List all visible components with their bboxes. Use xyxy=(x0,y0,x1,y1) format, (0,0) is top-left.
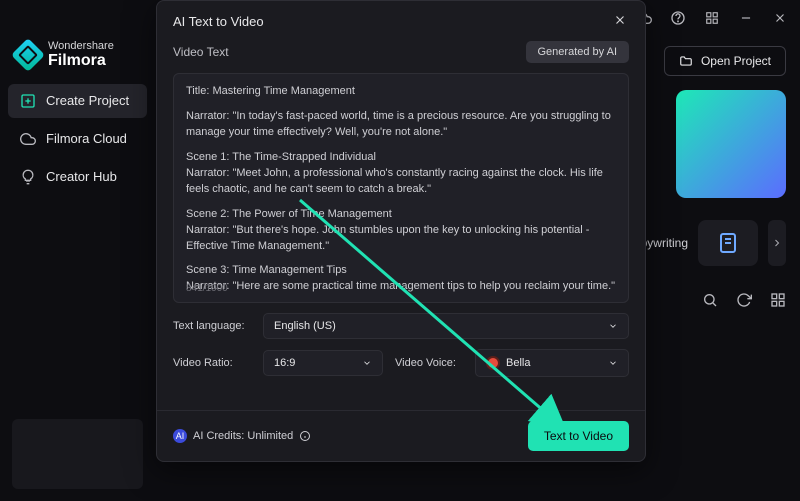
chevron-down-icon xyxy=(608,321,618,331)
credits-label: AI Credits: Unlimited xyxy=(193,430,293,442)
open-project-label: Open Project xyxy=(701,54,771,68)
plus-square-icon xyxy=(20,93,36,109)
video-ratio-select[interactable]: 16:9 xyxy=(263,350,383,376)
sidebar-item-filmora-cloud[interactable]: Filmora Cloud xyxy=(8,122,147,156)
ai-credits-info: AI AI Credits: Unlimited xyxy=(173,429,311,443)
modal-title: AI Text to Video xyxy=(173,14,264,29)
script-line: Scene 1: The Time-Strapped IndividualNar… xyxy=(186,150,616,198)
sidebar-item-creator-hub[interactable]: Creator Hub xyxy=(8,160,147,194)
logo-mark-icon xyxy=(11,38,45,72)
char-counter: 841/1000 xyxy=(186,282,228,297)
brand-name: Filmora xyxy=(48,52,114,70)
apps-icon[interactable] xyxy=(704,10,720,26)
copywriting-card[interactable] xyxy=(698,220,758,266)
cloud-icon xyxy=(20,131,36,147)
select-value: English (US) xyxy=(274,320,336,332)
sidebar-item-label: Filmora Cloud xyxy=(46,131,127,146)
text-language-label: Text language: xyxy=(173,320,251,332)
sidebar-item-label: Create Project xyxy=(46,93,129,108)
window-close-icon[interactable] xyxy=(772,10,788,26)
bulb-icon xyxy=(20,169,36,185)
doc-ai-icon xyxy=(716,231,740,255)
video-voice-label: Video Voice: xyxy=(395,357,463,369)
refresh-icon[interactable] xyxy=(736,292,752,308)
sidebar-thumbnail xyxy=(12,419,143,489)
text-language-select[interactable]: English (US) xyxy=(263,313,629,339)
sidebar: Wondershare Filmora Create Project Filmo… xyxy=(0,36,155,501)
search-icon[interactable] xyxy=(702,292,718,308)
video-ratio-label: Video Ratio: xyxy=(173,357,251,369)
ai-text-to-video-modal: AI Text to Video Video Text Generated by… xyxy=(156,0,646,462)
select-value: Bella xyxy=(506,357,530,369)
select-value: 16:9 xyxy=(274,357,295,369)
info-icon[interactable] xyxy=(299,430,311,442)
text-to-video-button[interactable]: Text to Video xyxy=(528,421,629,451)
folder-icon xyxy=(679,54,693,68)
preset-card[interactable] xyxy=(676,90,786,198)
minimize-icon[interactable] xyxy=(738,10,754,26)
chevron-down-icon xyxy=(362,358,372,368)
video-voice-select[interactable]: Bella xyxy=(475,349,629,377)
support-icon[interactable] xyxy=(670,10,686,26)
modal-close-button[interactable] xyxy=(613,13,629,29)
close-icon xyxy=(613,13,627,27)
chevron-down-icon xyxy=(608,358,618,368)
sidebar-item-create-project[interactable]: Create Project xyxy=(8,84,147,118)
generated-by-ai-button[interactable]: Generated by AI xyxy=(526,41,630,63)
carousel-next[interactable] xyxy=(768,220,786,266)
script-line: Scene 3: Time Management TipsNarrator: "… xyxy=(186,263,616,295)
open-project-button[interactable]: Open Project xyxy=(664,46,786,76)
script-title: Title: Mastering Time Management xyxy=(186,84,616,100)
brand-small: Wondershare xyxy=(48,40,114,52)
chevron-right-icon xyxy=(771,237,783,249)
script-line: Narrator: "In today's fast-paced world, … xyxy=(186,109,616,141)
video-text-label: Video Text xyxy=(173,45,229,59)
voice-avatar-icon xyxy=(486,356,500,370)
script-textarea[interactable]: Title: Mastering Time Management Narrato… xyxy=(173,73,629,303)
grid-icon[interactable] xyxy=(770,292,786,308)
app-logo: Wondershare Filmora xyxy=(8,36,147,84)
sidebar-item-label: Creator Hub xyxy=(46,169,117,184)
ai-badge-icon: AI xyxy=(173,429,187,443)
script-line: Scene 2: The Power of Time ManagementNar… xyxy=(186,207,616,255)
